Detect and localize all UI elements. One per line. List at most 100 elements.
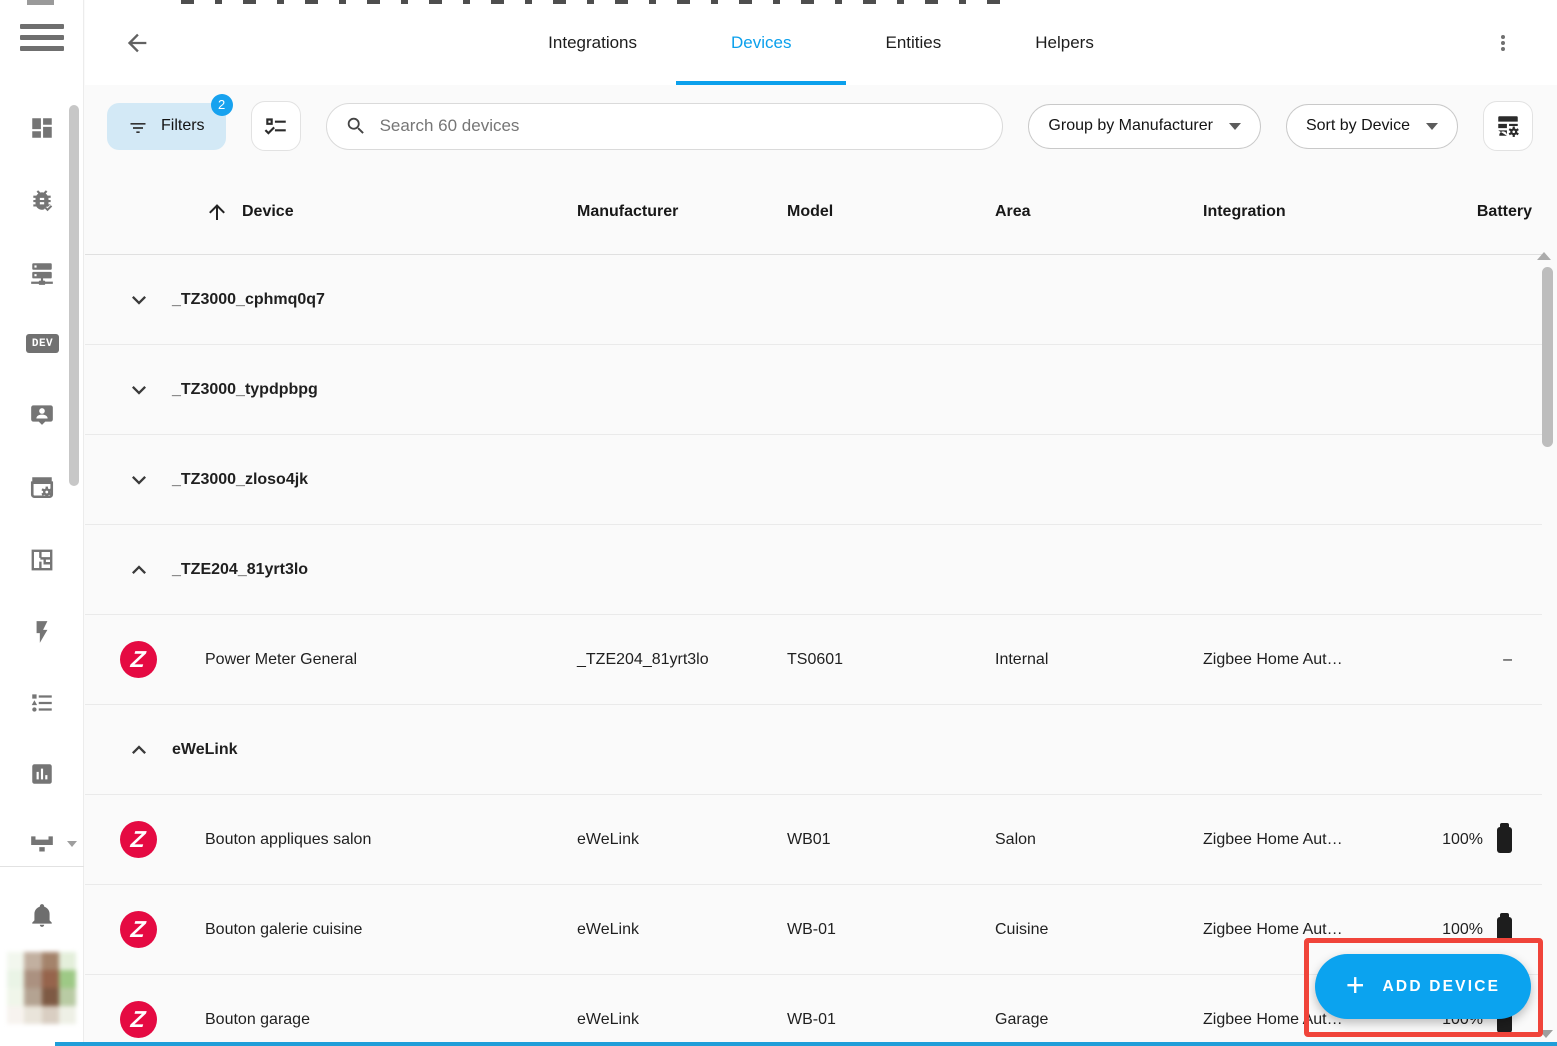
user-avatar[interactable]	[7, 952, 76, 1024]
main-scrollbar-thumb[interactable]	[1542, 267, 1553, 447]
badge-account-icon[interactable]	[29, 401, 55, 427]
column-header-manufacturer[interactable]: Manufacturer	[577, 203, 787, 221]
group-row[interactable]: _TZ3000_cphmq0q7	[85, 255, 1542, 345]
scroll-down-arrow-icon[interactable]	[1539, 1030, 1553, 1038]
group-by-label: Group by Manufacturer	[1048, 117, 1213, 134]
group-row[interactable]: _TZE204_81yrt3lo	[85, 525, 1542, 615]
device-manufacturer: eWeLink	[577, 920, 639, 938]
chevron-up-icon[interactable]	[125, 556, 153, 584]
tab-helpers[interactable]: Helpers	[1033, 0, 1096, 85]
group-row[interactable]: _TZ3000_typdpbpg	[85, 345, 1542, 435]
column-header-area[interactable]: Area	[995, 203, 1203, 221]
device-battery: 100%	[1395, 912, 1542, 943]
table-settings-button[interactable]	[1483, 101, 1533, 151]
tab-devices[interactable]: Devices	[729, 0, 793, 85]
tab-integrations[interactable]: Integrations	[546, 0, 639, 85]
chevron-down-small-icon[interactable]	[67, 841, 77, 847]
group-row[interactable]: eWeLink	[85, 705, 1542, 795]
sort-by-dropdown[interactable]: Sort by Device	[1285, 103, 1458, 149]
device-model: WB-01	[787, 1010, 836, 1028]
list-bulleted-type-icon[interactable]	[29, 690, 55, 716]
search-icon	[347, 117, 364, 134]
group-row[interactable]: _TZ3000_zloso4jk	[85, 435, 1542, 525]
device-name: Bouton galerie cuisine	[205, 920, 363, 938]
column-header-device[interactable]: Device	[205, 200, 577, 224]
device-battery: 100%	[1395, 822, 1542, 853]
zigbee-logo-icon: Z	[120, 641, 157, 678]
chart-box-icon[interactable]	[29, 761, 55, 787]
tab-entities[interactable]: Entities	[883, 0, 943, 85]
device-model: WB-01	[787, 920, 836, 938]
sidebar-scrollbar[interactable]	[69, 105, 79, 486]
device-area: Internal	[995, 650, 1049, 668]
device-model: WB01	[787, 830, 831, 848]
clipped-content-fragment	[27, 0, 54, 5]
device-name: Bouton garage	[205, 1010, 310, 1028]
dev-badge-icon[interactable]: DEV	[26, 334, 59, 353]
filter-icon	[128, 118, 148, 134]
search-field[interactable]	[325, 102, 1004, 150]
floor-plan-icon[interactable]	[29, 547, 55, 573]
list-status-icon	[264, 118, 286, 135]
add-device-label: ADD DEVICE	[1382, 977, 1501, 995]
group-name: _TZ3000_zloso4jk	[172, 470, 309, 488]
battery-value: –	[1503, 650, 1512, 668]
battery-value: 100%	[1442, 920, 1483, 938]
chevron-down-icon[interactable]	[125, 466, 153, 494]
battery-value: 100%	[1442, 830, 1483, 848]
add-device-button[interactable]: + ADD DEVICE	[1315, 954, 1531, 1019]
device-row[interactable]: Z Power Meter General _TZE204_81yrt3lo TS06…	[85, 615, 1542, 705]
column-header-integration[interactable]: Integration	[1203, 203, 1395, 221]
device-name: Bouton appliques salon	[205, 830, 372, 848]
bell-icon[interactable]	[29, 902, 55, 928]
table-header: Device Manufacturer Model Area Integrati…	[85, 170, 1542, 255]
device-row[interactable]: Z Bouton galerie cuisine eWeLink WB-01 Cuisi…	[85, 885, 1542, 975]
plus-icon: +	[1345, 966, 1365, 1003]
top-bar: Integrations Devices Entities Helpers	[85, 0, 1557, 85]
filters-label: Filters	[161, 117, 205, 134]
battery-full-icon	[1497, 912, 1512, 943]
group-name: _TZE204_81yrt3lo	[172, 560, 309, 578]
search-input[interactable]	[379, 116, 985, 136]
overflow-menu-icon[interactable]	[1491, 31, 1515, 55]
bug-check-icon[interactable]	[29, 187, 55, 213]
application-cog-icon[interactable]	[29, 474, 55, 500]
device-manufacturer: _TZE204_81yrt3lo	[577, 650, 709, 668]
zigbee-logo-icon: Z	[120, 821, 157, 858]
device-name: Power Meter General	[205, 650, 358, 668]
column-header-battery[interactable]: Battery	[1395, 203, 1542, 221]
filters-button[interactable]: Filters 2	[107, 93, 233, 150]
device-integration: Zigbee Home Aut…	[1203, 830, 1343, 848]
tab-bar: Integrations Devices Entities Helpers	[85, 0, 1557, 85]
bottom-edge-bar	[55, 1042, 1557, 1046]
list-status-button[interactable]	[250, 101, 301, 151]
chevron-up-icon[interactable]	[125, 736, 153, 764]
scroll-up-arrow-icon[interactable]	[1537, 252, 1551, 260]
device-table-body: _TZ3000_cphmq0q7 _TZ3000_typdpbpg _TZ3000_…	[85, 255, 1542, 1046]
server-network-icon[interactable]	[29, 260, 55, 286]
filters-count-badge: 2	[210, 93, 233, 116]
group-by-dropdown[interactable]: Group by Manufacturer	[1028, 103, 1261, 149]
column-header-model[interactable]: Model	[787, 203, 995, 221]
group-name: eWeLink	[172, 740, 238, 758]
chevron-down-icon	[1426, 122, 1438, 130]
filter-toolbar: Filters 2 Group by Manufacturer Sort by …	[85, 93, 1557, 154]
device-row[interactable]: Z Bouton appliques salon eWeLink WB01 Salon Z…	[85, 795, 1542, 885]
device-integration: Zigbee Home Aut…	[1203, 920, 1343, 938]
device-area: Cuisine	[995, 920, 1049, 938]
sort-ascending-arrow-icon	[205, 200, 229, 224]
chevron-down-icon[interactable]	[125, 286, 153, 314]
chevron-down-icon[interactable]	[125, 376, 153, 404]
group-name: _TZ3000_typdpbpg	[172, 380, 318, 398]
toolbox-icon[interactable]	[29, 832, 55, 858]
sidebar-divider	[0, 866, 84, 867]
hamburger-menu-icon[interactable]	[20, 24, 64, 62]
sidebar: DEV	[0, 0, 84, 1046]
device-battery: –	[1395, 651, 1542, 669]
view-dashboard-icon[interactable]	[29, 115, 55, 141]
device-area: Salon	[995, 830, 1036, 848]
sort-by-label: Sort by Device	[1305, 117, 1410, 134]
battery-full-icon	[1497, 822, 1512, 853]
device-manufacturer: eWeLink	[577, 830, 639, 848]
flash-icon[interactable]	[29, 619, 55, 645]
